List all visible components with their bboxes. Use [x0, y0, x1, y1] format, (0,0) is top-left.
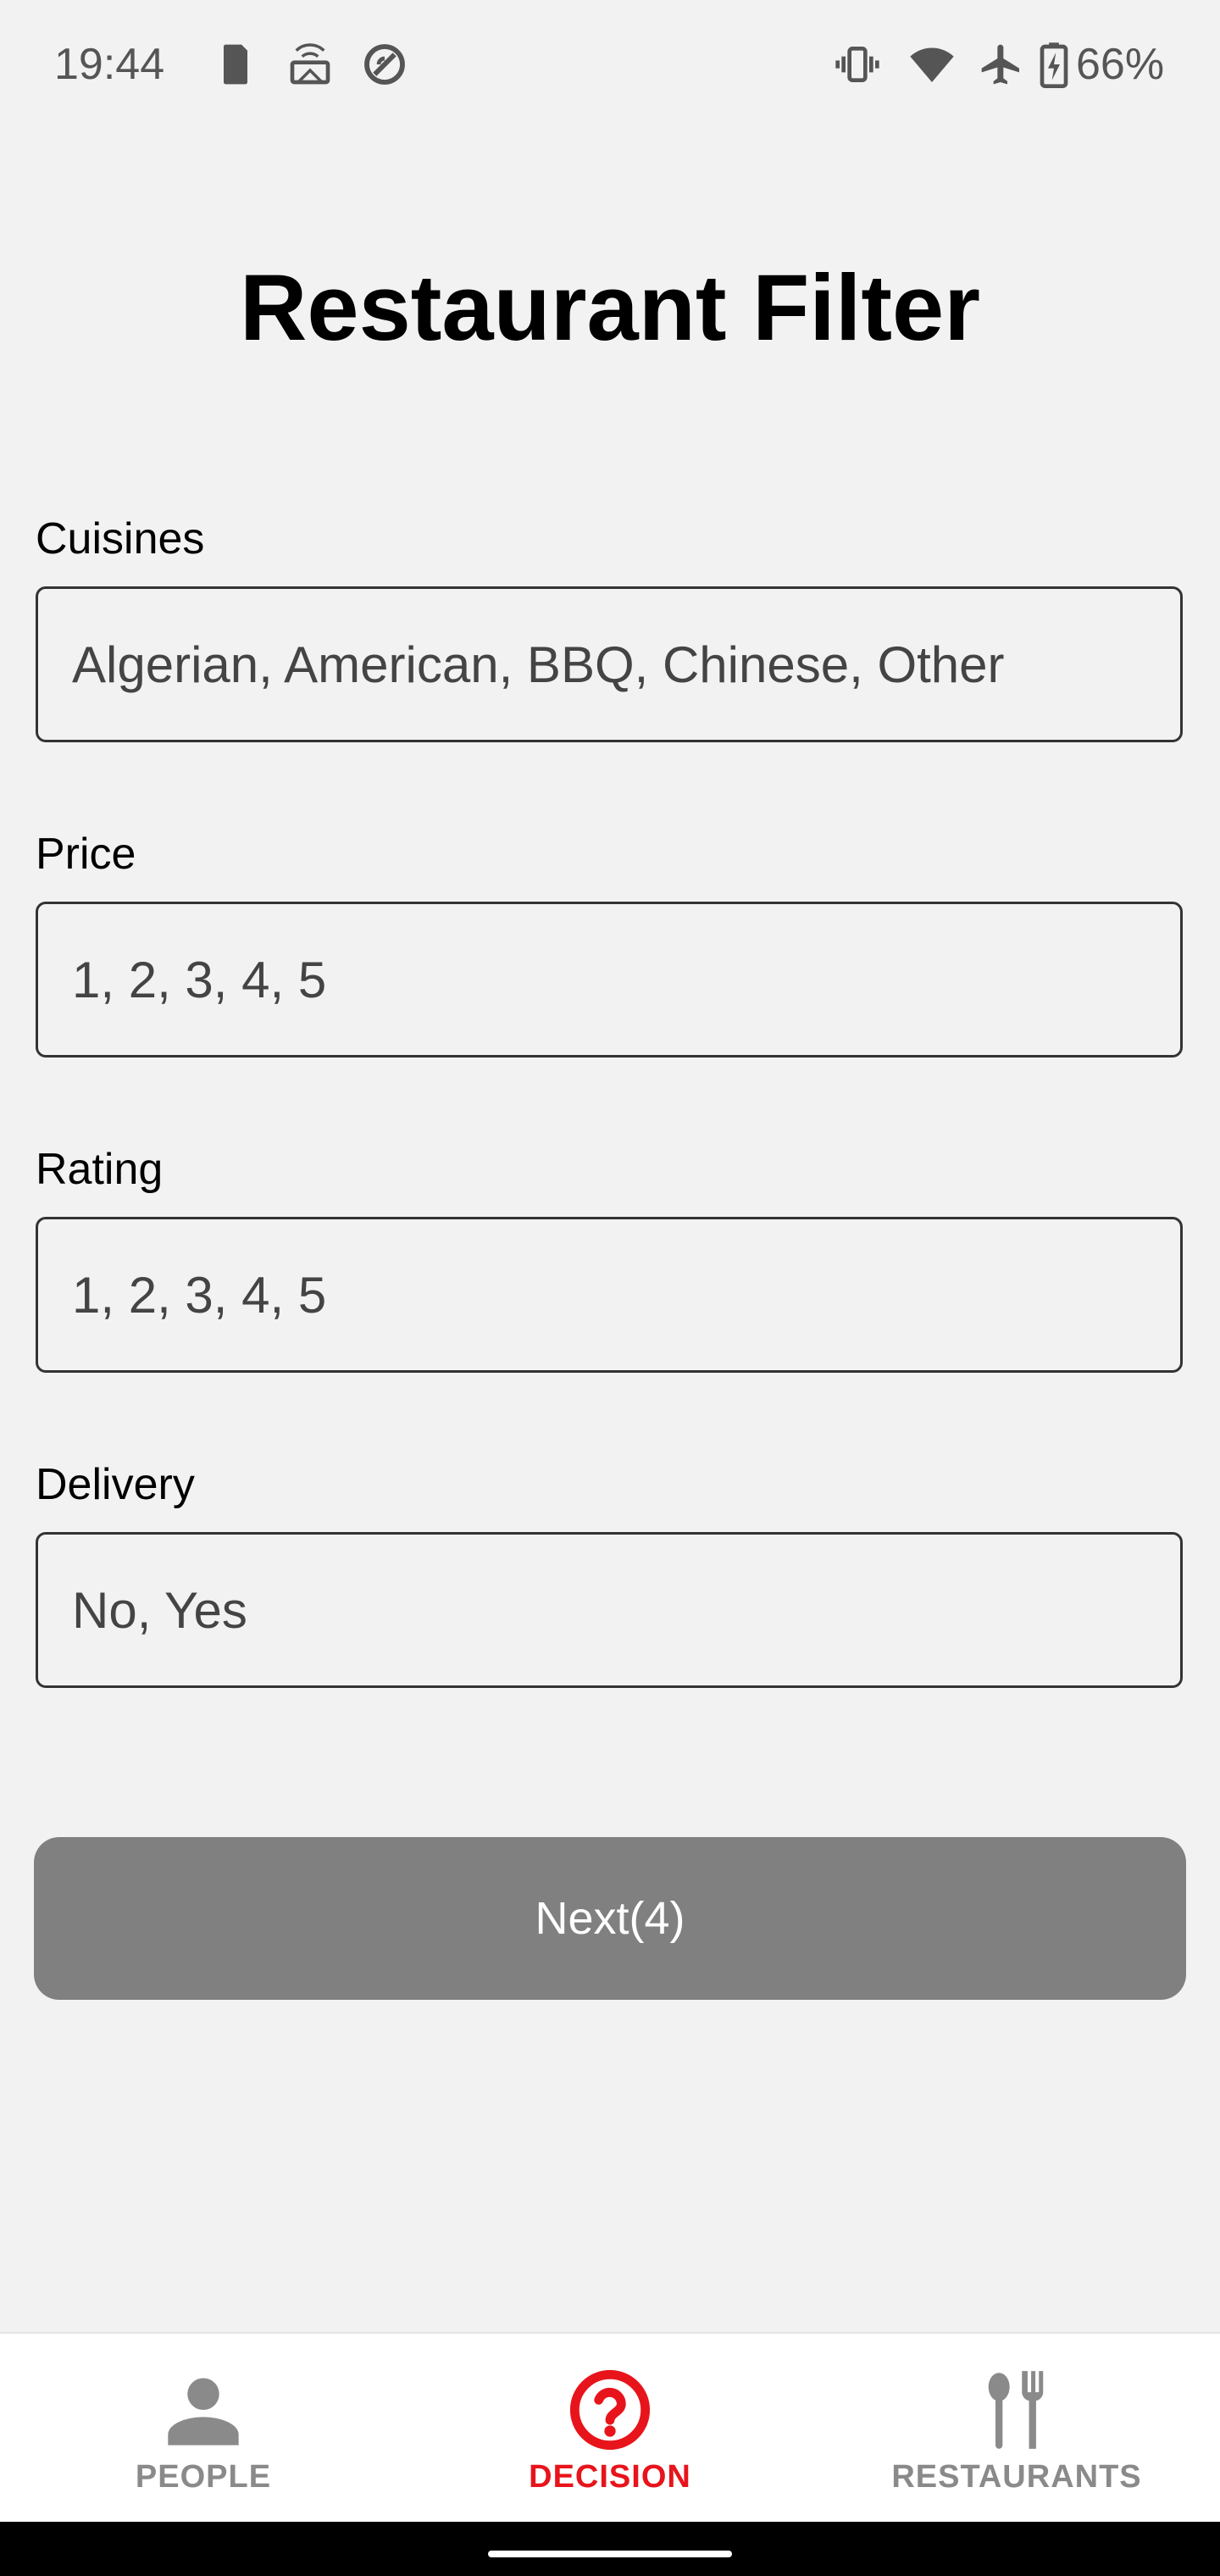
- utensils-icon: [988, 2371, 1044, 2449]
- next-button[interactable]: Next(4): [34, 1837, 1186, 2000]
- cuisines-field[interactable]: Algerian, American, BBQ, Chinese, Other: [36, 586, 1183, 742]
- nav-label-decision: DECISION: [529, 2459, 691, 2495]
- nav-item-people[interactable]: PEOPLE: [0, 2334, 407, 2523]
- vibrate-icon: [835, 47, 879, 82]
- home-gesture-handle[interactable]: [488, 2551, 732, 2557]
- nav-label-people: PEOPLE: [135, 2459, 272, 2495]
- battery-charging-icon: [1040, 42, 1068, 88]
- page-title: Restaurant Filter: [239, 256, 981, 360]
- do-not-disturb-icon: [364, 44, 405, 85]
- wifi-icon: [910, 47, 954, 82]
- question-circle-icon: [569, 2369, 651, 2451]
- person-icon: [168, 2378, 239, 2446]
- price-label: Price: [36, 830, 136, 879]
- price-field[interactable]: 1, 2, 3, 4, 5: [36, 902, 1183, 1058]
- rating-label: Rating: [36, 1145, 164, 1194]
- battery-percent: 66%: [1076, 40, 1165, 89]
- nav-item-restaurants[interactable]: RESTAURANTS: [813, 2334, 1220, 2523]
- rating-field[interactable]: 1, 2, 3, 4, 5: [36, 1217, 1183, 1373]
- status-time: 19:44: [54, 40, 165, 89]
- status-bar: 19:44 66%: [0, 0, 1220, 136]
- nav-label-restaurants: RESTAURANTS: [891, 2459, 1142, 2495]
- nav-item-decision[interactable]: DECISION: [407, 2334, 813, 2523]
- bottom-navigation: PEOPLE DECISION RESTAURANTS: [0, 2332, 1220, 2522]
- phone-icon: [224, 44, 247, 85]
- cuisines-label: Cuisines: [36, 514, 205, 564]
- cast-icon: [290, 43, 330, 85]
- airplane-icon: [981, 44, 1019, 85]
- gesture-bar: [0, 2522, 1220, 2576]
- delivery-field[interactable]: No, Yes: [36, 1532, 1183, 1688]
- delivery-label: Delivery: [36, 1460, 195, 1509]
